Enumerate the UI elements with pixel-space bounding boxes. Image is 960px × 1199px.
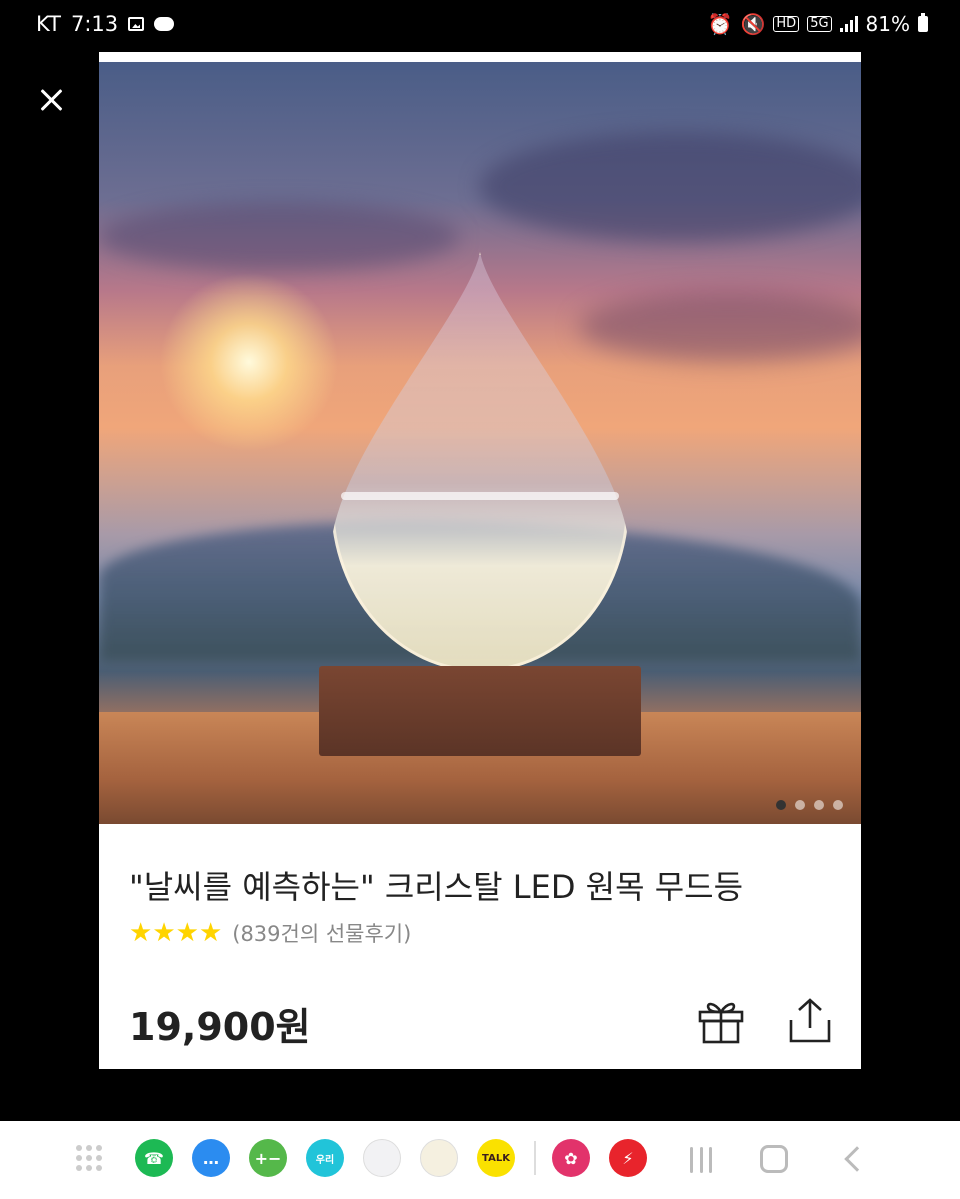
status-bar: KT 7:13 ⏰ 🔇 HD 5G 81% [0,0,960,52]
rating-row[interactable]: ★ ★ ★ ★ (839건의 선물후기) [129,918,411,948]
lightning-app-app-icon[interactable]: ⚡ [609,1139,647,1177]
product-card: "날씨를 예측하는" 크리스탈 LED 원목 무드등 ★ ★ ★ ★ (839건의 선… [99,52,861,1069]
kakaotalk-app-icon[interactable]: TALK [477,1139,515,1177]
network-type-icon: 5G [807,16,832,32]
signal-icon [839,16,858,32]
home-icon[interactable] [760,1145,794,1175]
star-icon: ★ [175,918,199,948]
hd-voice-icon: HD [773,16,800,32]
wooden-base [319,666,641,756]
review-count[interactable]: (839건의 선물후기) [232,918,411,948]
star-rating: ★ ★ ★ ★ [129,918,222,948]
recent-apps-icon[interactable] [684,1145,718,1175]
app-drawer-icon[interactable] [76,1145,102,1171]
glass-drop [331,252,629,672]
gift-icon[interactable] [697,996,745,1044]
status-left: KT 7:13 [36,12,175,36]
messages-app-icon[interactable]: … [192,1139,230,1177]
close-icon[interactable] [34,82,70,118]
calendar-app-icon[interactable] [420,1139,458,1177]
dock-divider [534,1141,536,1175]
back-icon[interactable] [840,1145,874,1175]
battery-icon [918,13,928,32]
share-icon[interactable] [787,996,833,1044]
liquid-surface [341,492,619,500]
carousel-dot[interactable] [776,800,786,810]
product-title: "날씨를 예측하는" 크리스탈 LED 원목 무드등 [129,868,744,906]
clock: 7:13 [70,12,119,36]
phone-app-icon[interactable]: ☎ [135,1139,173,1177]
cloud [479,132,861,242]
carrier-label: KT [36,12,61,36]
sunset-sun [159,272,339,452]
carousel-dot[interactable] [795,800,805,810]
star-icon: ★ [152,918,176,948]
app-dock: ☎ … +− 우리 TALK ✿ ⚡ [76,1139,666,1177]
carousel-dot[interactable] [814,800,824,810]
mute-icon: 🔇 [740,12,766,36]
product-price: 19,900원 [129,1005,311,1049]
carousel-indicator[interactable] [776,800,843,810]
crystal-drop-lamp [331,252,629,672]
dock-apps: ☎ … +− 우리 TALK ✿ ⚡ [135,1139,666,1177]
woori-gs-app-icon[interactable]: 우리 [306,1139,344,1177]
star-icon: ★ [129,918,153,948]
gallery-notification-icon [128,17,145,31]
alarm-icon: ⏰ [707,12,733,36]
carousel-dot[interactable] [833,800,843,810]
product-image[interactable] [99,62,861,824]
star-icon: ★ [198,918,223,948]
app-folder-app-icon[interactable] [363,1139,401,1177]
cloud-notification-icon [154,17,175,31]
flower-app-app-icon[interactable]: ✿ [552,1139,590,1177]
battery-percent: 81% [865,12,910,36]
calculator-app-icon[interactable]: +− [249,1139,287,1177]
status-right: ⏰ 🔇 HD 5G 81% [708,12,928,36]
